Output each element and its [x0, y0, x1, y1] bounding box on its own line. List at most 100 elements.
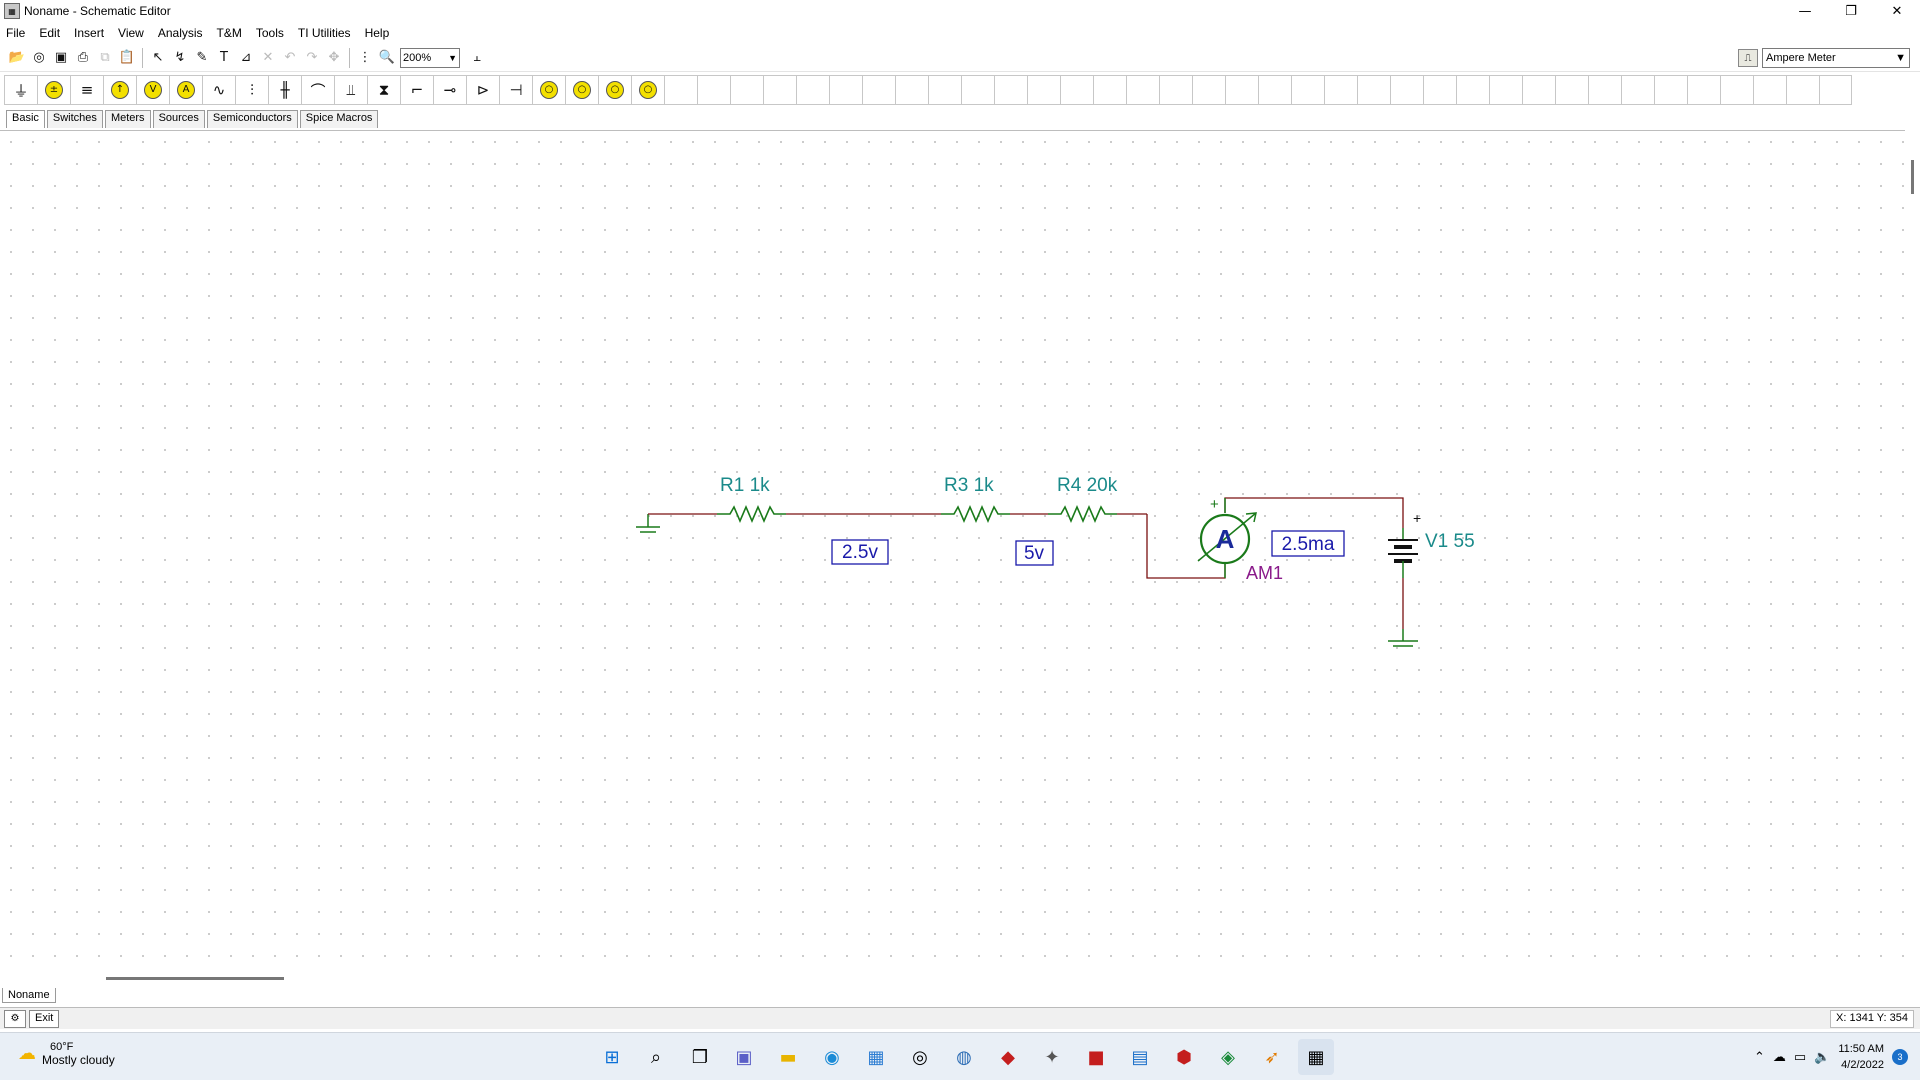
ground-right[interactable]: [1388, 629, 1418, 647]
ground-icon[interactable]: ⏚: [4, 75, 37, 105]
tab-sources[interactable]: Sources: [152, 110, 205, 128]
schematic-canvas[interactable]: A + + R1 1k R3 1k R4 20k V1 55 AM1 2.5v: [0, 130, 1905, 972]
weather-widget[interactable]: ☁ 60°F Mostly cloudy: [18, 1041, 115, 1067]
resistor-r1[interactable]: [717, 504, 786, 524]
r1-label[interactable]: R1 1k: [720, 475, 770, 496]
green-app-icon[interactable]: ◈: [1210, 1039, 1246, 1075]
exit-button[interactable]: Exit: [29, 1009, 60, 1028]
teams-chat-icon[interactable]: ▣: [726, 1039, 762, 1075]
probe-current[interactable]: 2.5ma: [1271, 530, 1345, 557]
switch-icon[interactable]: ⌐: [400, 75, 433, 105]
paste-icon[interactable]: 📋: [116, 47, 138, 69]
tab-basic[interactable]: Basic: [6, 110, 45, 128]
relay-icon[interactable]: ⧗: [367, 75, 400, 105]
voltmeter-icon[interactable]: V: [136, 75, 169, 105]
text-icon[interactable]: T: [213, 47, 235, 69]
meter-2-icon[interactable]: ○: [565, 75, 598, 105]
maximize-button[interactable]: ❐: [1828, 0, 1874, 22]
menu-ti-utilities[interactable]: TI Utilities: [298, 26, 351, 40]
menu-file[interactable]: File: [6, 26, 25, 40]
pencil-icon[interactable]: ✎: [191, 47, 213, 69]
tools-icon[interactable]: ✦: [1034, 1039, 1070, 1075]
battery-icon[interactable]: ≡: [70, 75, 103, 105]
notepad-icon[interactable]: ▤: [1122, 1039, 1158, 1075]
diode-icon[interactable]: ⊳: [466, 75, 499, 105]
tab-semiconductors[interactable]: Semiconductors: [206, 110, 298, 128]
close-button[interactable]: ✕: [1874, 0, 1920, 22]
redo-icon[interactable]: ↷: [301, 47, 323, 69]
probe-voltage-1[interactable]: 2.5v: [831, 539, 889, 565]
r4-label[interactable]: R4 20k: [1057, 475, 1118, 496]
open-icon[interactable]: 📂: [6, 47, 28, 69]
component-tool-icon[interactable]: ⫠: [466, 47, 488, 69]
copy-icon[interactable]: ⧉: [94, 47, 116, 69]
capacitor-icon[interactable]: ╫: [268, 75, 301, 105]
save-icon[interactable]: ▣: [50, 47, 72, 69]
label-icon[interactable]: ⊿: [235, 47, 257, 69]
ammeter-icon[interactable]: A: [169, 75, 202, 105]
am1-label[interactable]: AM1: [1246, 563, 1283, 583]
select-arrow-icon[interactable]: ↖: [147, 47, 169, 69]
clock[interactable]: 11:50 AM 4/2/2022: [1838, 1041, 1884, 1073]
vertical-scroll-thumb[interactable]: [1911, 160, 1914, 194]
document-tab[interactable]: Noname: [2, 988, 56, 1003]
current-source-icon[interactable]: ↑: [103, 75, 136, 105]
horizontal-scrollbar[interactable]: [0, 972, 1920, 984]
meter-1-icon[interactable]: ○: [532, 75, 565, 105]
red-app-icon[interactable]: ⬢: [1166, 1039, 1202, 1075]
lamp-icon[interactable]: ⊣: [499, 75, 532, 105]
component-select[interactable]: Ampere Meter ▼: [1762, 48, 1910, 68]
voltage-source-icon[interactable]: ±: [37, 75, 70, 105]
open-web-icon[interactable]: ◎: [28, 47, 50, 69]
horizontal-scroll-thumb[interactable]: [106, 977, 284, 980]
transformer-icon[interactable]: ⫫: [334, 75, 367, 105]
pushbutton-icon[interactable]: ⊸: [433, 75, 466, 105]
battery-v1[interactable]: +: [1388, 510, 1421, 578]
tab-meters[interactable]: Meters: [104, 110, 151, 128]
orange-app-icon[interactable]: ➶: [1254, 1039, 1290, 1075]
meter-4-icon[interactable]: ○: [631, 75, 664, 105]
app-circle-icon[interactable]: ◎: [902, 1039, 938, 1075]
print-icon[interactable]: ⎙: [72, 47, 94, 69]
settings-icon[interactable]: ⚙: [4, 1009, 26, 1028]
zoom-icon[interactable]: 🔍: [376, 47, 398, 69]
wire-icon[interactable]: ↯: [169, 47, 191, 69]
vertical-scrollbar[interactable]: [1905, 130, 1920, 972]
mcafee-icon[interactable]: ◆: [990, 1039, 1026, 1075]
network-icon[interactable]: ▭: [1794, 1050, 1806, 1065]
notification-badge[interactable]: 3: [1892, 1049, 1908, 1065]
tab-switches[interactable]: Switches: [46, 110, 103, 128]
tab-spice-macros[interactable]: Spice Macros: [299, 110, 379, 128]
menu-tools[interactable]: Tools: [256, 26, 284, 40]
volume-icon[interactable]: 🔈: [1814, 1050, 1830, 1065]
inductor-icon[interactable]: ⌒: [301, 75, 334, 105]
menu-edit[interactable]: Edit: [39, 26, 60, 40]
ground-left[interactable]: [636, 514, 660, 533]
probe-voltage-2[interactable]: 5v: [1015, 540, 1054, 566]
python-icon[interactable]: ◍: [946, 1039, 982, 1075]
menu-insert[interactable]: Insert: [74, 26, 104, 40]
pickit-icon[interactable]: ■: [1078, 1039, 1114, 1075]
file-explorer-icon[interactable]: ▬: [770, 1039, 806, 1075]
menu-tm[interactable]: T&M: [217, 26, 242, 40]
task-view-icon[interactable]: ❐: [682, 1039, 718, 1075]
edge-browser-icon[interactable]: ◉: [814, 1039, 850, 1075]
resistor-icon[interactable]: ∿: [202, 75, 235, 105]
resistor-r4[interactable]: [1048, 504, 1117, 524]
potentiometer-icon[interactable]: ⫶: [235, 75, 268, 105]
place-component-icon[interactable]: ⎍: [1738, 49, 1758, 67]
start-icon[interactable]: ⊞: [594, 1039, 630, 1075]
undo-icon[interactable]: ↶: [279, 47, 301, 69]
minimize-button[interactable]: —: [1782, 0, 1828, 22]
move-icon[interactable]: ✥: [323, 47, 345, 69]
schematic-editor-taskbar-icon[interactable]: ▦: [1298, 1039, 1334, 1075]
cloud-icon[interactable]: ☁: [1773, 1050, 1786, 1065]
grid-icon[interactable]: ⋮: [354, 47, 376, 69]
zoom-select[interactable]: 200% ▼: [400, 47, 460, 68]
menu-view[interactable]: View: [118, 26, 144, 40]
search-icon[interactable]: ⌕: [638, 1039, 674, 1075]
chevron-up-icon[interactable]: ⌃: [1754, 1050, 1765, 1065]
delete-icon[interactable]: ✕: [257, 47, 279, 69]
resistor-r3[interactable]: [941, 504, 1010, 524]
v1-label[interactable]: V1 55: [1425, 531, 1475, 552]
